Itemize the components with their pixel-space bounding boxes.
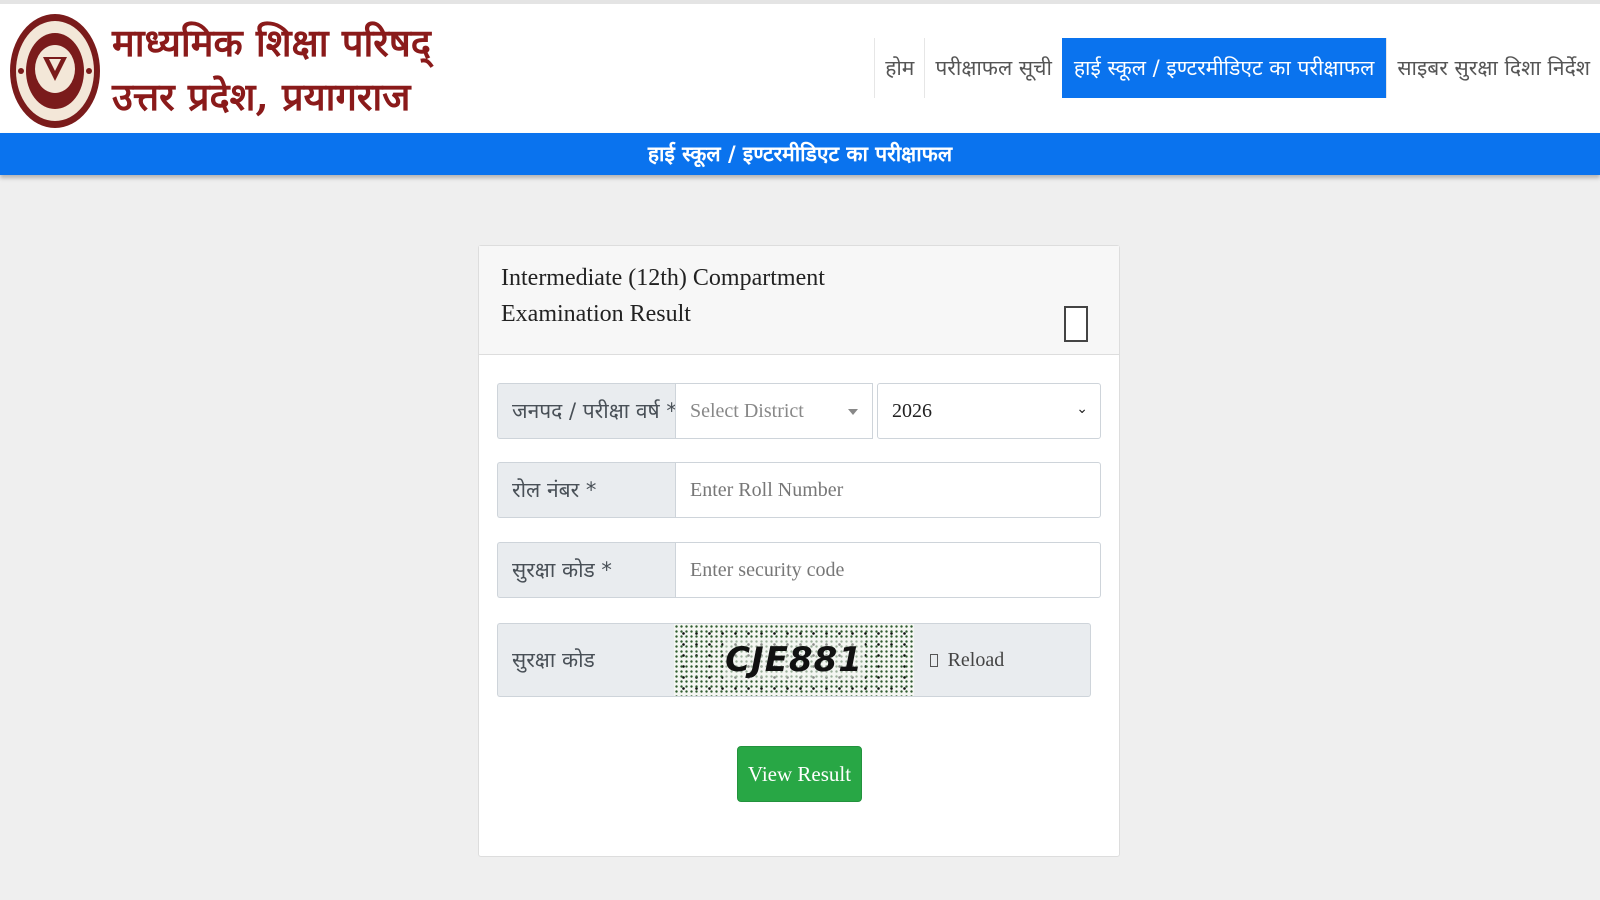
district-select[interactable]: Select District xyxy=(675,383,873,439)
district-year-label: जनपद / परीक्षा वर्ष * xyxy=(497,383,677,439)
organization-name-line2: उत्तर प्रदेश, प्रयागराज xyxy=(112,74,411,119)
organization-name-line1: माध्यमिक शिक्षा परिषद् xyxy=(112,20,431,65)
nav-item-result-list[interactable]: परीक्षाफल सूची xyxy=(924,38,1062,98)
chevron-down-icon: ⌄ xyxy=(1076,401,1088,417)
roll-number-placeholder: Enter Roll Number xyxy=(690,478,844,501)
year-select[interactable]: 2026 ⌄ xyxy=(877,383,1101,439)
up-board-logo[interactable] xyxy=(8,11,102,131)
reload-label: Reload xyxy=(947,648,1005,671)
roll-number-row: रोल नंबर * Enter Roll Number xyxy=(497,462,1101,518)
district-year-row: जनपद / परीक्षा वर्ष * Select District 20… xyxy=(497,383,1101,439)
captcha-row: सुरक्षा कोड CJE881 Reload xyxy=(497,623,1091,697)
caret-down-icon xyxy=(848,409,858,415)
card-header: Intermediate (12th) Compartment Examinat… xyxy=(479,246,1119,355)
nav-item-cyber-security-guidelines[interactable]: साइबर सुरक्षा दिशा निर्देश xyxy=(1386,38,1600,98)
captcha-text: CJE881 xyxy=(723,640,865,680)
banner-title: हाई स्कूल / इण्टरमीडिएट का परीक्षाफल xyxy=(647,142,953,166)
roll-number-label: रोल नंबर * xyxy=(497,462,675,518)
captcha-image: CJE881 xyxy=(674,623,914,697)
year-select-value: 2026 xyxy=(892,399,932,422)
security-code-row: सुरक्षा कोड * Enter security code xyxy=(497,542,1101,598)
roll-number-input[interactable]: Enter Roll Number xyxy=(675,462,1101,518)
security-code-placeholder: Enter security code xyxy=(690,558,845,581)
site-header: माध्यमिक शिक्षा परिषद् उत्तर प्रदेश, प्र… xyxy=(0,0,1600,133)
captcha-label: सुरक्षा कोड xyxy=(497,623,675,697)
security-code-input[interactable]: Enter security code xyxy=(675,542,1101,598)
reload-captcha-button[interactable]: Reload xyxy=(913,623,1091,697)
view-result-button[interactable]: View Result xyxy=(737,746,862,802)
form-title-line2: Examination Result xyxy=(501,301,691,327)
form-title-line1: Intermediate (12th) Compartment xyxy=(501,265,825,291)
main-nav: होम परीक्षाफल सूची हाई स्कूल / इण्टरमीडि… xyxy=(874,38,1600,98)
district-select-placeholder: Select District xyxy=(690,399,804,422)
nav-item-home[interactable]: होम xyxy=(874,38,924,98)
nav-item-highschool-intermediate-result[interactable]: हाई स्कूल / इण्टरमीडिएट का परीक्षाफल xyxy=(1061,38,1387,98)
organization-name: माध्यमिक शिक्षा परिषद् उत्तर प्रदेश, प्र… xyxy=(112,16,431,124)
page-banner: हाई स्कूल / इण्टरमीडिएट का परीक्षाफल xyxy=(0,133,1600,175)
placeholder-icon xyxy=(1064,306,1088,342)
security-code-label: सुरक्षा कोड * xyxy=(497,542,675,598)
reload-icon xyxy=(929,653,938,667)
result-form-card: Intermediate (12th) Compartment Examinat… xyxy=(478,245,1120,857)
form-title: Intermediate (12th) Compartment Examinat… xyxy=(501,260,861,332)
